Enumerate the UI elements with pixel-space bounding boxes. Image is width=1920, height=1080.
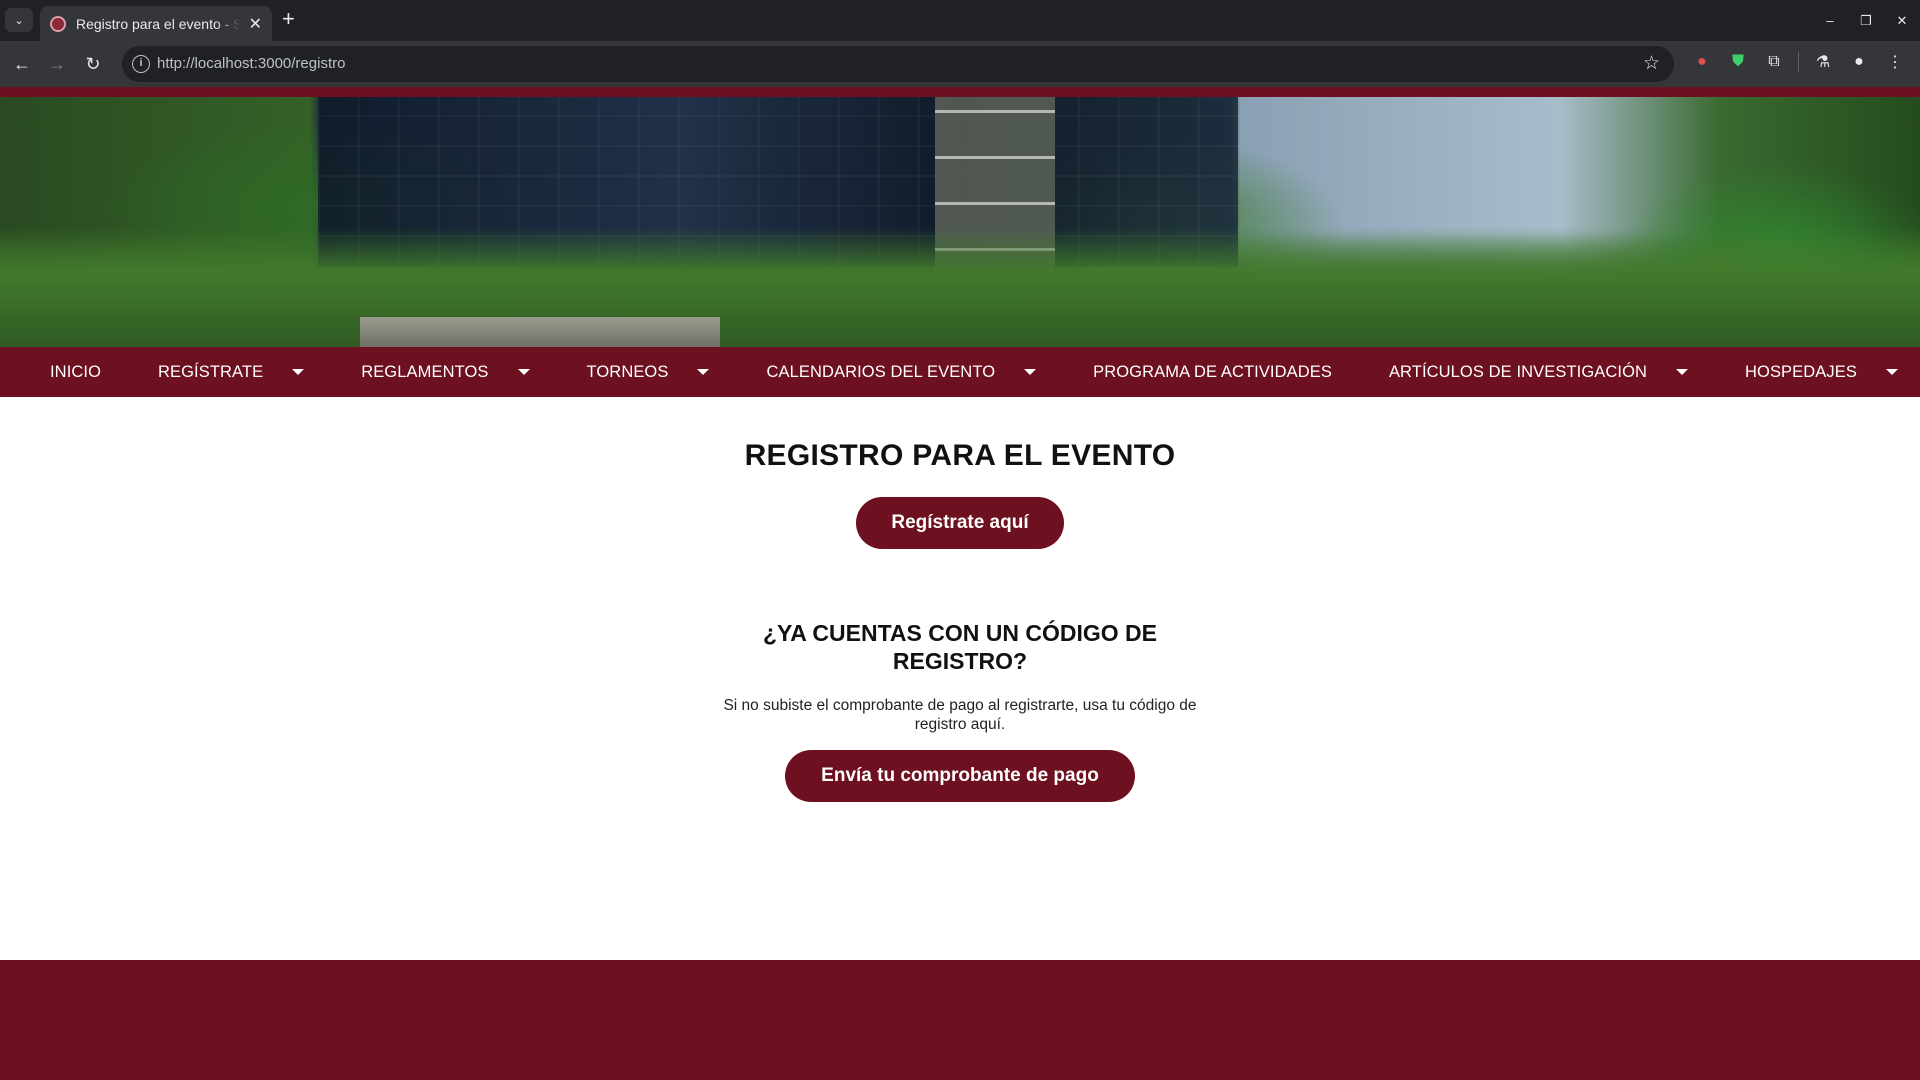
browser-toolbar: ← → ↻ i http://localhost:3000/registro ☆… — [0, 41, 1920, 87]
extension-badge-icon[interactable]: ● — [1684, 53, 1720, 71]
browser-tabstrip: ⌄ Registro para el evento - Si ✕ + – ❐ ✕ — [0, 0, 1920, 41]
banner-vegetation — [0, 227, 1920, 347]
nav-item-articulos[interactable]: ARTÍCULOS DE INVESTIGACIÓN — [1388, 347, 1689, 397]
nav-item-label: INICIO — [50, 362, 102, 381]
browser-tab-active[interactable]: Registro para el evento - Si ✕ — [40, 6, 272, 41]
caret-down-icon — [697, 369, 710, 375]
close-window-button[interactable]: ✕ — [1884, 13, 1920, 29]
nav-item-label: REGLAMENTOS — [361, 362, 489, 381]
window-controls: – ❐ ✕ — [1812, 0, 1920, 41]
caret-down-icon — [517, 369, 530, 375]
nav-item-label: TORNEOS — [586, 362, 669, 381]
page-title: REGISTRO PARA EL EVENTO — [744, 439, 1176, 472]
shield-extension-icon[interactable]: ⛊ — [1720, 53, 1756, 71]
nav-item-registrate[interactable]: REGÍSTRATE — [158, 347, 305, 397]
profile-avatar-icon[interactable]: ● — [1841, 53, 1877, 71]
url-text[interactable]: http://localhost:3000/registro — [157, 55, 345, 72]
register-button[interactable]: Regístrate aquí — [856, 497, 1064, 549]
nav-item-torneos[interactable]: TORNEOS — [586, 347, 710, 397]
nav-item-label: ARTÍCULOS DE INVESTIGACIÓN — [1388, 362, 1648, 381]
page-footer — [0, 960, 1920, 1080]
puzzle-extensions-icon[interactable]: ⧉ — [1756, 53, 1792, 71]
new-tab-button[interactable]: + — [282, 8, 295, 30]
nav-item-reglamentos[interactable]: REGLAMENTOS — [361, 347, 530, 397]
nav-item-calendarios[interactable]: CALENDARIOS DEL EVENTO — [766, 347, 1037, 397]
tab-close-icon[interactable]: ✕ — [249, 14, 262, 34]
nav-item-programa[interactable]: PROGRAMA DE ACTIVIDADES — [1093, 347, 1332, 397]
toolbar-divider — [1798, 52, 1799, 72]
back-arrow-icon[interactable]: ← — [10, 52, 34, 76]
nav-item-label: PROGRAMA DE ACTIVIDADES — [1093, 362, 1332, 381]
caret-down-icon — [1024, 369, 1037, 375]
nav-item-inicio[interactable]: INICIO — [50, 347, 101, 397]
address-bar[interactable]: i http://localhost:3000/registro ☆ — [122, 46, 1674, 82]
caret-down-icon — [1676, 369, 1689, 375]
site-info-icon[interactable]: i — [132, 55, 150, 73]
restore-button[interactable]: ❐ — [1848, 13, 1884, 29]
site-favicon-icon — [50, 15, 66, 32]
nav-item-label: HOSPEDAJES — [1745, 362, 1857, 381]
caret-down-icon — [1885, 369, 1898, 375]
flask-labs-icon[interactable]: ⚗ — [1805, 52, 1841, 72]
banner-walkway — [360, 317, 720, 347]
brand-top-bar — [0, 87, 1920, 97]
kebab-menu-icon[interactable]: ⋮ — [1877, 52, 1913, 72]
campus-banner-image — [0, 97, 1920, 347]
main-navigation: INICIO REGÍSTRATE REGLAMENTOS TORNEOS CA… — [0, 347, 1920, 397]
code-heading: ¿YA CUENTAS CON UN CÓDIGO DE REGISTRO? — [762, 620, 1157, 674]
web-page: INICIO REGÍSTRATE REGLAMENTOS TORNEOS CA… — [0, 87, 1920, 1080]
extensions-area: ● ⛊ ⧉ ⚗ ● ⋮ — [1684, 52, 1913, 72]
caret-down-icon — [292, 369, 305, 375]
tab-title: Registro para el evento - Si — [76, 15, 241, 32]
bookmark-star-icon[interactable]: ☆ — [1643, 52, 1660, 75]
nav-item-hospedajes[interactable]: HOSPEDAJES — [1745, 347, 1898, 397]
forward-arrow-icon[interactable]: → — [45, 52, 69, 76]
minimize-button[interactable]: – — [1812, 13, 1848, 28]
nav-item-label: CALENDARIOS DEL EVENTO — [766, 362, 996, 381]
reload-icon[interactable]: ↻ — [81, 52, 105, 76]
nav-item-label: REGÍSTRATE — [158, 362, 264, 381]
send-receipt-button[interactable]: Envía tu comprobante de pago — [785, 750, 1135, 802]
tab-search-button[interactable]: ⌄ — [5, 8, 33, 32]
code-note: Si no subiste el comprobante de pago al … — [723, 697, 1197, 733]
